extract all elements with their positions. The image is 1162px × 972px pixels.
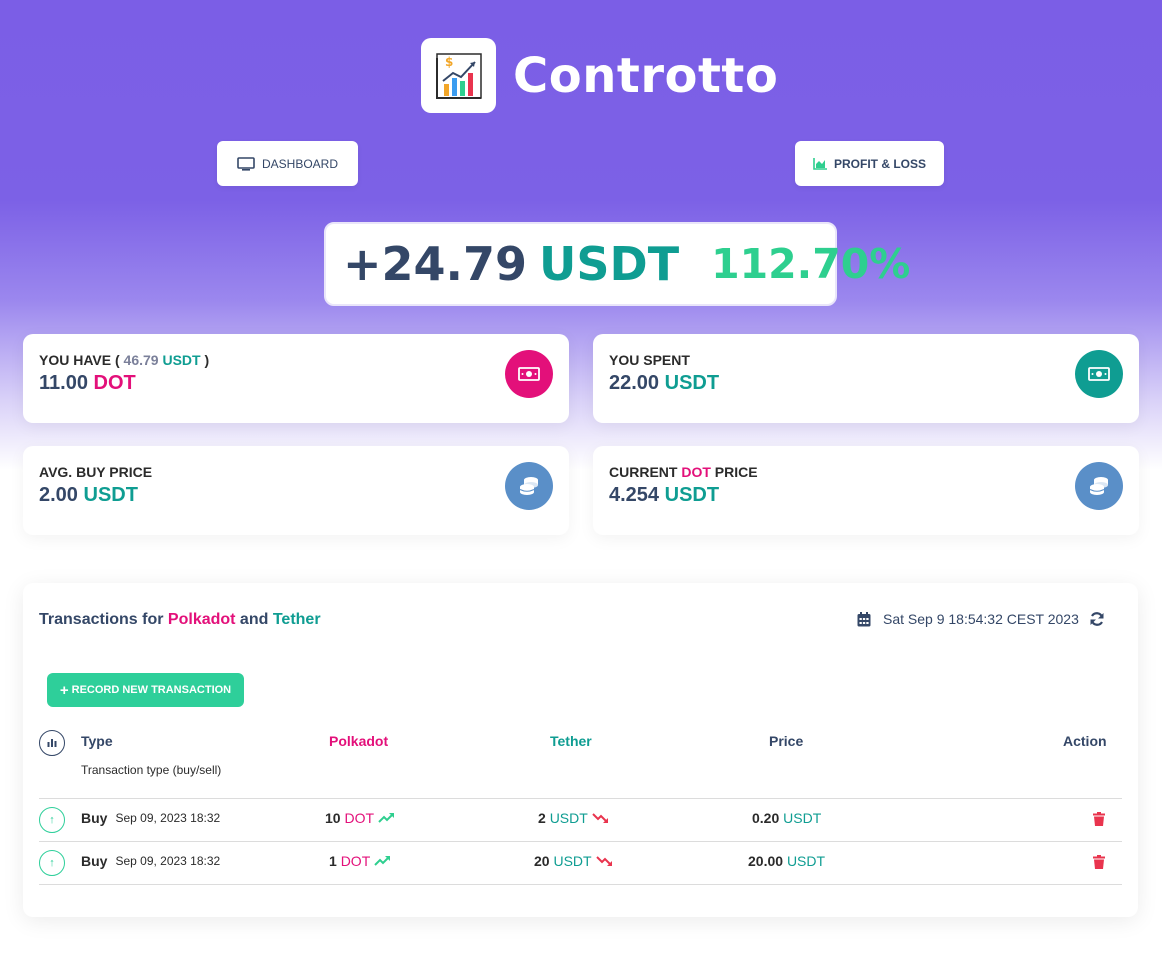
coins-icon bbox=[1075, 462, 1123, 510]
trend-up-icon bbox=[374, 856, 391, 866]
delete-button[interactable] bbox=[1093, 812, 1105, 831]
divider bbox=[39, 798, 1122, 799]
area-chart-icon bbox=[813, 157, 827, 170]
money-bill-icon bbox=[505, 350, 553, 398]
you-spent-value: 22.00 USDT bbox=[609, 372, 720, 394]
row-type: Buy Sep 09, 2023 18:32 bbox=[81, 853, 221, 869]
trend-up-icon bbox=[378, 813, 395, 823]
you-spent-card: YOU SPENT 22.00 USDT bbox=[593, 334, 1139, 423]
plus-icon: + bbox=[59, 681, 69, 699]
app-title: Controtto bbox=[513, 47, 779, 104]
record-transaction-label: RECORD NEW TRANSACTION bbox=[71, 684, 232, 696]
trend-down-icon bbox=[592, 813, 608, 823]
header-tether: Tether bbox=[550, 733, 592, 749]
row-polkadot-amount: 10 DOT bbox=[325, 810, 396, 826]
record-transaction-button[interactable]: + RECORD NEW TRANSACTION bbox=[47, 673, 244, 707]
buy-arrow-icon: ↑ bbox=[39, 807, 65, 833]
row-price: 20.00 USDT bbox=[748, 853, 826, 869]
header-price: Price bbox=[769, 733, 804, 749]
delete-button[interactable] bbox=[1093, 855, 1105, 874]
row-tether-amount: 20 USDT bbox=[534, 853, 614, 869]
profit-loss-label: PROFIT & LOSS bbox=[833, 156, 926, 171]
timestamp: Sat Sep 9 18:54:32 CEST 2023 bbox=[857, 611, 1079, 627]
avg-buy-price-label: AVG. BUY PRICE bbox=[39, 464, 153, 480]
bar-chart-icon bbox=[47, 739, 57, 747]
chart-toggle-button[interactable] bbox=[39, 730, 65, 756]
timestamp-text: Sat Sep 9 18:54:32 CEST 2023 bbox=[883, 611, 1079, 627]
divider bbox=[39, 841, 1122, 842]
transactions-card: Transactions for Polkadot and Tether Sat… bbox=[23, 583, 1138, 917]
header-type: Type bbox=[81, 733, 113, 749]
svg-text:$: $ bbox=[445, 55, 453, 69]
trash-icon bbox=[1093, 812, 1105, 826]
header-action: Action bbox=[1063, 733, 1107, 749]
money-bill-icon bbox=[1075, 350, 1123, 398]
row-tether-amount: 2 USDT bbox=[538, 810, 610, 826]
chart-logo-icon: $ bbox=[421, 38, 496, 113]
avg-buy-price-card: AVG. BUY PRICE 2.00 USDT bbox=[23, 446, 569, 535]
transactions-title: Transactions for Polkadot and Tether bbox=[39, 611, 321, 628]
buy-arrow-icon: ↑ bbox=[39, 850, 65, 876]
you-have-value: 11.00 DOT bbox=[39, 372, 136, 394]
dashboard-button[interactable]: DASHBOARD bbox=[217, 141, 358, 186]
monitor-icon bbox=[237, 156, 255, 171]
refresh-icon bbox=[1090, 612, 1104, 626]
calendar-icon bbox=[857, 611, 871, 626]
profit-loss-summary: +24.79 USDT 112.70% bbox=[324, 222, 910, 306]
current-price-label: CURRENT DOT PRICE bbox=[609, 464, 758, 480]
you-have-label: YOU HAVE ( 46.79 USDT ) bbox=[39, 352, 210, 368]
dashboard-label: DASHBOARD bbox=[261, 156, 338, 171]
trash-icon bbox=[1093, 855, 1105, 869]
avg-buy-price-value: 2.00 USDT bbox=[39, 484, 138, 506]
you-spent-label: YOU SPENT bbox=[609, 352, 690, 368]
profit-loss-button[interactable]: PROFIT & LOSS bbox=[795, 141, 944, 186]
brand: $ Controtto bbox=[421, 38, 778, 113]
current-price-card: CURRENT DOT PRICE 4.254 USDT bbox=[593, 446, 1139, 535]
row-type: Buy Sep 09, 2023 18:32 bbox=[81, 810, 221, 826]
header-polkadot: Polkadot bbox=[329, 733, 389, 749]
pnl-currency: USDT bbox=[539, 237, 680, 291]
header-type-sub: Transaction type (buy/sell) bbox=[81, 763, 222, 777]
coins-icon bbox=[505, 462, 553, 510]
row-price: 0.20 USDT bbox=[752, 810, 822, 826]
trend-down-icon bbox=[595, 856, 612, 866]
divider bbox=[39, 884, 1122, 885]
you-have-card: YOU HAVE ( 46.79 USDT ) 11.00 DOT bbox=[23, 334, 569, 423]
pnl-percent: 112.70% bbox=[711, 240, 911, 288]
pnl-amount: +24.79 bbox=[343, 237, 528, 291]
refresh-button[interactable] bbox=[1089, 611, 1105, 632]
current-price-value: 4.254 USDT bbox=[609, 484, 720, 506]
row-polkadot-amount: 1 DOT bbox=[329, 853, 392, 869]
